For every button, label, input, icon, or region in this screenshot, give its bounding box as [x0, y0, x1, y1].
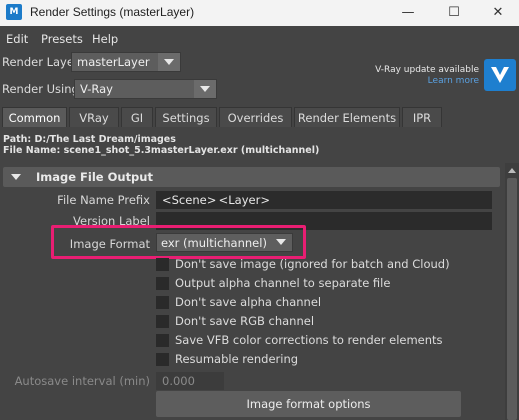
- output-file-name: File Name: scene1_shot_5.3masterLayer.ex…: [3, 145, 320, 156]
- section-title: Image File Output: [36, 170, 153, 184]
- scrollbar-thumb[interactable]: [507, 178, 517, 420]
- menu-presets[interactable]: Presets: [41, 32, 83, 46]
- output-alpha-separate-checkbox[interactable]: [156, 277, 169, 290]
- dont-save-alpha-label: Don't save alpha channel: [175, 295, 322, 309]
- title-bar: M Render Settings (masterLayer) — ☐ ✕: [0, 0, 519, 26]
- tab-ipr[interactable]: IPR: [402, 107, 442, 127]
- save-vfb-corrections-checkbox[interactable]: [156, 334, 169, 347]
- window-title: Render Settings (masterLayer): [30, 5, 195, 19]
- menu-help[interactable]: Help: [92, 32, 118, 46]
- render-layer-dropdown[interactable]: masterLayer: [71, 52, 181, 72]
- file-name-prefix-label: File Name Prefix: [57, 193, 150, 207]
- maximize-icon[interactable]: ☐: [432, 0, 476, 26]
- scroll-up-icon[interactable]: [508, 168, 516, 173]
- save-vfb-corrections-label: Save VFB color corrections to render ele…: [175, 333, 443, 347]
- resumable-rendering-checkbox[interactable]: [156, 353, 169, 366]
- chevron-down-icon: [194, 80, 216, 98]
- tab-render-elements[interactable]: Render Elements: [294, 107, 400, 127]
- vray-update-text: V-Ray update available: [375, 65, 479, 75]
- tab-common[interactable]: Common: [2, 107, 67, 127]
- dont-save-alpha-checkbox[interactable]: [156, 296, 169, 309]
- tab-overrides[interactable]: Overrides: [219, 107, 292, 127]
- resumable-rendering-label: Resumable rendering: [175, 352, 299, 366]
- vray-update-notice: V-Ray update available Learn more: [375, 65, 479, 87]
- file-name-prefix-input[interactable]: <Scene> <Layer>: [156, 191, 492, 209]
- image-file-output-header[interactable]: Image File Output: [3, 167, 500, 187]
- close-icon[interactable]: ✕: [476, 0, 519, 26]
- image-format-options-button[interactable]: Image format options: [156, 391, 461, 417]
- dont-save-rgb-label: Don't save RGB channel: [175, 314, 315, 328]
- tab-vray[interactable]: VRay: [69, 107, 119, 127]
- tab-bar: Common VRay GI Settings Overrides Render…: [0, 107, 519, 128]
- collapse-triangle-icon: [11, 174, 21, 180]
- render-using-dropdown[interactable]: V-Ray: [74, 79, 217, 99]
- menu-bar: Edit Presets Help: [0, 29, 519, 49]
- chevron-down-icon: [158, 53, 180, 71]
- dont-save-rgb-checkbox[interactable]: [156, 315, 169, 328]
- dont-save-image-label: Don't save image (ignored for batch and …: [175, 257, 450, 271]
- dont-save-image-checkbox[interactable]: [156, 258, 169, 271]
- highlight-box: [51, 225, 306, 259]
- maya-icon: M: [6, 4, 22, 20]
- autosave-interval-label: Autosave interval (min): [14, 374, 150, 388]
- tab-settings[interactable]: Settings: [155, 107, 217, 127]
- menu-edit[interactable]: Edit: [6, 32, 28, 46]
- output-alpha-separate-label: Output alpha channel to separate file: [175, 276, 391, 290]
- render-using-label: Render Using: [2, 82, 79, 96]
- minimize-icon[interactable]: —: [386, 0, 430, 26]
- render-layer-label: Render Layer: [2, 55, 79, 69]
- vray-logo-icon[interactable]: [484, 59, 516, 91]
- learn-more-link[interactable]: Learn more: [375, 76, 479, 87]
- render-layer-value: masterLayer: [77, 55, 150, 69]
- tab-gi[interactable]: GI: [121, 107, 153, 127]
- autosave-interval-input[interactable]: 0.000: [156, 372, 224, 390]
- render-using-value: V-Ray: [80, 82, 113, 96]
- output-path: Path: D:/The Last Dream/images: [3, 134, 176, 145]
